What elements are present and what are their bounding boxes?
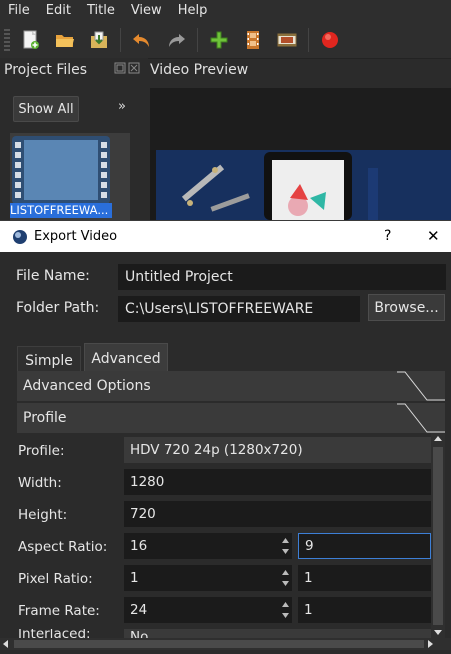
pixel-ratio-numerator-spinbox[interactable]: 1 — [124, 565, 292, 591]
aspect-num-value: 16 — [130, 538, 148, 554]
height-label: Height: — [18, 507, 68, 523]
import-files-icon[interactable] — [206, 27, 232, 53]
height-input[interactable]: 720 — [124, 501, 431, 527]
dialog-title: Export Video — [34, 229, 118, 244]
save-project-icon[interactable] — [86, 27, 112, 53]
pixel-den-value: 1 — [304, 570, 313, 586]
pixel-ratio-denominator-spinbox[interactable]: 1 — [298, 565, 431, 591]
show-all-button[interactable]: Show All — [13, 96, 79, 122]
toolbar-grip[interactable] — [4, 29, 10, 51]
more-chevron-icon[interactable]: » — [118, 99, 126, 114]
section-tab-shape-icon — [397, 403, 445, 433]
pixel-ratio-label: Pixel Ratio: — [18, 571, 93, 587]
spin-arrows-icon[interactable] — [281, 535, 290, 557]
profile-select[interactable]: HDV 720 24p (1280x720) — [124, 437, 431, 463]
width-value: 1280 — [130, 474, 165, 490]
aspect-ratio-label: Aspect Ratio: — [18, 539, 108, 555]
aspect-den-value: 9 — [305, 538, 314, 554]
section-advanced-options[interactable]: Advanced Options — [17, 371, 445, 401]
toolbar — [0, 22, 451, 59]
project-files-title: Project Files — [4, 62, 88, 78]
undo-icon[interactable] — [129, 27, 155, 53]
menu-title[interactable]: Title — [79, 0, 123, 22]
menu-bar: File Edit Title View Help — [0, 0, 451, 22]
help-button[interactable]: ? — [384, 228, 391, 244]
toolbar-separator — [120, 28, 121, 52]
frame-rate-denominator-spinbox[interactable]: 1 — [298, 597, 431, 623]
spin-arrows-icon[interactable] — [281, 599, 290, 621]
frame-den-value: 1 — [304, 602, 313, 618]
close-dock-icon[interactable] — [128, 62, 140, 74]
aspect-ratio-numerator-spinbox[interactable]: 16 — [124, 533, 292, 559]
float-dock-icon[interactable] — [114, 62, 126, 74]
frame-num-value: 24 — [130, 602, 148, 618]
vertical-scrollbar[interactable] — [431, 433, 445, 638]
new-project-icon[interactable] — [18, 27, 44, 53]
video-preview — [150, 88, 451, 220]
menu-help[interactable]: Help — [170, 0, 216, 22]
tab-simple[interactable]: Simple — [17, 346, 81, 374]
menu-edit[interactable]: Edit — [38, 0, 79, 22]
browse-button[interactable]: Browse... — [368, 294, 445, 321]
folder-path-label: Folder Path: — [16, 300, 100, 316]
menu-view[interactable]: View — [123, 0, 170, 22]
spin-arrows-icon[interactable] — [281, 567, 290, 589]
video-preview-title: Video Preview — [150, 62, 249, 78]
redo-icon[interactable] — [163, 27, 189, 53]
dialog-titlebar[interactable]: Export Video ? ✕ — [0, 221, 451, 252]
thumbnail-label: LISTOFFREEWA... — [10, 203, 112, 218]
fullscreen-icon[interactable] — [274, 27, 300, 53]
video-frame-image — [150, 88, 451, 220]
frame-rate-label: Frame Rate: — [18, 603, 100, 619]
profile-icon[interactable] — [240, 27, 266, 53]
width-label: Width: — [18, 475, 62, 491]
film-strip-icon — [12, 136, 110, 204]
width-input[interactable]: 1280 — [124, 469, 431, 495]
toolbar-separator — [308, 28, 309, 52]
tab-advanced[interactable]: Advanced — [84, 343, 168, 374]
toolbar-separator — [197, 28, 198, 52]
open-project-icon[interactable] — [52, 27, 78, 53]
aspect-ratio-denominator-spinbox[interactable]: 9 — [298, 533, 431, 559]
export-video-dialog: Export Video ? ✕ File Name: Untitled Pro… — [0, 220, 451, 651]
pixel-num-value: 1 — [130, 570, 139, 586]
file-name-input[interactable]: Untitled Project — [118, 264, 446, 290]
section-advanced-options-label: Advanced Options — [23, 378, 151, 394]
height-value: 720 — [130, 506, 156, 522]
section-profile-label: Profile — [23, 410, 67, 426]
profile-label: Profile: — [18, 443, 65, 459]
openshot-logo-icon — [13, 230, 27, 244]
horizontal-scrollbar[interactable] — [0, 638, 451, 650]
menu-file[interactable]: File — [0, 0, 38, 22]
export-video-icon[interactable] — [317, 27, 343, 53]
frame-rate-numerator-spinbox[interactable]: 24 — [124, 597, 292, 623]
close-button[interactable]: ✕ — [427, 227, 440, 245]
section-tab-shape-icon — [397, 371, 445, 401]
file-name-label: File Name: — [16, 268, 90, 284]
project-file-thumbnail[interactable]: LISTOFFREEWA... — [10, 133, 130, 220]
section-profile[interactable]: Profile — [17, 403, 445, 433]
folder-path-input[interactable]: C:\Users\LISTOFFREEWARE — [118, 296, 360, 322]
profile-select-value: HDV 720 24p (1280x720) — [130, 442, 303, 458]
